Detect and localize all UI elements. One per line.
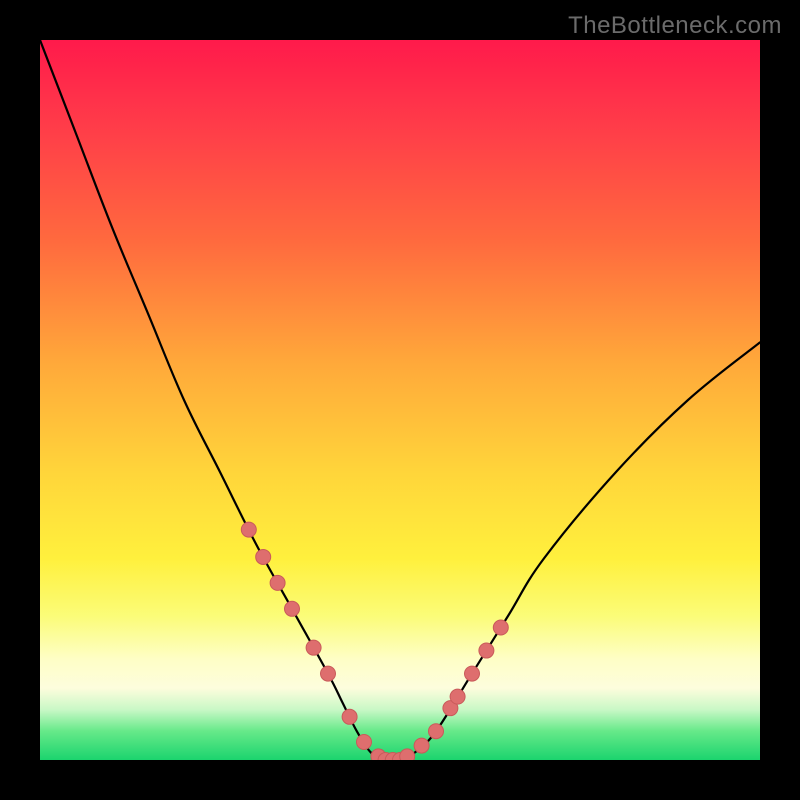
- plot-area: [40, 40, 760, 760]
- background-gradient: [40, 40, 760, 760]
- chart-stage: TheBottleneck.com: [0, 0, 800, 800]
- watermark-text: TheBottleneck.com: [568, 12, 782, 40]
